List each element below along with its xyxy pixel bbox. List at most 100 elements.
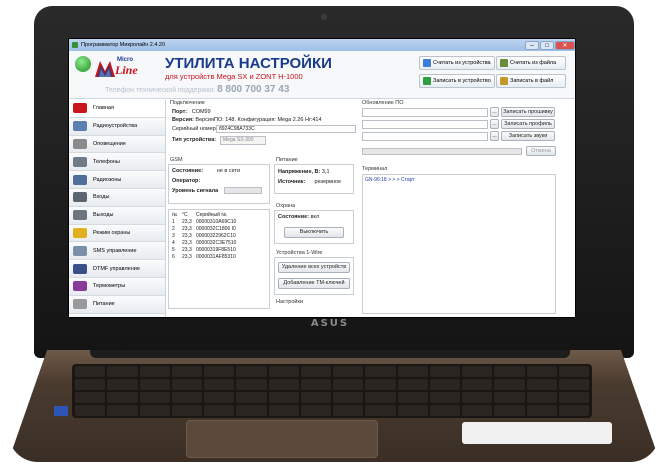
- header-button-3[interactable]: Записать в файл: [496, 74, 566, 88]
- intel-sticker: [54, 406, 68, 416]
- sidebar-item-12[interactable]: Баланс: [69, 313, 165, 317]
- keyboard-key: [75, 366, 106, 377]
- table-cell: 4: [172, 240, 175, 246]
- device-type-label: Тип устройства:: [172, 137, 217, 143]
- keyboard-key: [462, 366, 493, 377]
- table-cell: 00000319F8E510: [196, 247, 236, 253]
- keyboard-key: [268, 366, 299, 377]
- profile-browse-button[interactable]: ...: [490, 119, 499, 129]
- header-actions: Считать из устройства Считать из файла Зап…: [419, 56, 575, 92]
- group-firmware: Обновление ПО: [362, 100, 404, 106]
- sidebar-item-0[interactable]: Главная: [69, 100, 165, 118]
- sidebar-item-5[interactable]: Входы: [69, 188, 165, 207]
- keyboard-key: [462, 405, 493, 416]
- profile-path-field[interactable]: [362, 120, 488, 129]
- write-firmware-button[interactable]: Записать прошивку: [501, 107, 555, 117]
- laptop-brand-logo: ASUS: [310, 318, 350, 329]
- guard-off-button[interactable]: Выключить: [284, 227, 344, 238]
- keyboard-key: [236, 379, 267, 390]
- table-cell: 0000032C1806 I0: [196, 226, 236, 232]
- keyboard-key: [494, 366, 525, 377]
- keyboard-key: [204, 379, 235, 390]
- table-row: 2 23,3 0000032C1806 I0: [172, 226, 246, 233]
- sidebar-item-icon: [73, 121, 87, 132]
- sidebar-item-2[interactable]: Оповещение: [69, 135, 165, 154]
- table-row: 5 23,3 00000319F8E510: [172, 247, 246, 254]
- voltage-row: Напряжение, В: 3,1: [278, 169, 330, 175]
- sidebar-item-4[interactable]: Радиозоны: [69, 171, 165, 189]
- serial-field[interactable]: 8924C98A733C: [216, 125, 356, 133]
- keyboard-key: [75, 392, 106, 403]
- write-profile-button[interactable]: Записать профиль: [501, 119, 555, 129]
- serial-label: Серийный номер:: [172, 126, 218, 132]
- sidebar-item-6[interactable]: Выходы: [69, 206, 165, 225]
- keyboard-row: [75, 379, 589, 390]
- keyboard-key: [300, 366, 331, 377]
- sidebar-item-label: Выходы: [93, 212, 114, 219]
- header-button-0[interactable]: Считать из устройства: [419, 56, 495, 70]
- sidebar-item-10[interactable]: Термометры: [69, 277, 165, 296]
- keyboard-key: [171, 366, 202, 377]
- header-button-2[interactable]: Записать в устройство: [419, 74, 495, 88]
- group-terminal: Терминал: [362, 166, 388, 172]
- keyboard-key: [526, 379, 557, 390]
- delete-all-devices-button[interactable]: Удаление всех устройств: [278, 262, 350, 273]
- sound-browse-button[interactable]: ...: [490, 131, 499, 141]
- sidebar-item-3[interactable]: Телефоны: [69, 153, 165, 172]
- window-title: Программатор Микролайн 2.4.20: [81, 42, 166, 48]
- keyboard-key: [300, 392, 331, 403]
- sidebar-item-1[interactable]: Радиоустройства: [69, 117, 165, 136]
- keyboard-key: [365, 366, 396, 377]
- app-header: Micro Line УТИЛИТА НАСТРОЙКИ для устройс…: [69, 51, 575, 99]
- header-button-label: Записать в устройство: [433, 78, 491, 84]
- app-icon: [72, 42, 78, 48]
- close-button[interactable]: ✕: [555, 40, 575, 50]
- table-cell: 0000031AF85310: [196, 254, 236, 260]
- sidebar-item-icon: [73, 281, 87, 292]
- sidebar-item-icon: [73, 156, 87, 167]
- sidebar-item-label: SMS управление: [93, 247, 137, 254]
- guard-state-row: Состояние: вкл: [278, 214, 320, 220]
- header-button-1[interactable]: Считать из файла: [496, 56, 566, 70]
- gsm-operator-label: Оператор:: [172, 178, 201, 184]
- keyboard-key: [300, 379, 331, 390]
- sound-path-field[interactable]: [362, 132, 488, 141]
- keyboard-key: [204, 405, 235, 416]
- sidebar-item-icon: [73, 316, 87, 317]
- sidebar-item-8[interactable]: SMS управление: [69, 242, 165, 261]
- table-row: 4 23,3 0000032C3E7510: [172, 240, 246, 247]
- device-type-select[interactable]: Mega SX-300: [220, 136, 266, 145]
- gsm-signal-label: Уровень сигнала: [172, 188, 219, 194]
- cancel-button[interactable]: Отмена: [526, 146, 556, 156]
- firmware-browse-button[interactable]: ...: [490, 107, 499, 117]
- keyboard-key: [236, 392, 267, 403]
- table-cell: 23,3: [182, 247, 192, 253]
- sidebar-item-label: Телефоны: [93, 158, 120, 165]
- table-cell: 3: [172, 233, 175, 239]
- sidebar-item-11[interactable]: Питание: [69, 295, 165, 314]
- app-window: Программатор Микролайн 2.4.20 – □ ✕ Micr…: [68, 38, 576, 318]
- header-button-icon: [423, 59, 431, 67]
- photo-scene: Программатор Микролайн 2.4.20 – □ ✕ Micr…: [0, 0, 665, 468]
- keyboard-key: [526, 366, 557, 377]
- table-cell: 23,3: [182, 226, 192, 232]
- keyboard-key: [558, 405, 589, 416]
- firmware-path-field[interactable]: [362, 108, 488, 117]
- table-cell: 23,3: [182, 219, 192, 225]
- table-row: № °C Серийный №: [172, 212, 246, 219]
- minimize-button[interactable]: –: [525, 40, 539, 50]
- sidebar-item-9[interactable]: DTMF управление: [69, 260, 165, 278]
- write-sound-button[interactable]: Записать звуки: [501, 131, 555, 141]
- laptop-keyboard: [72, 364, 592, 418]
- table-row: 3 23,3 00000322962C10: [172, 233, 246, 240]
- add-tm-keys-button[interactable]: Добавление ТМ-ключей: [278, 278, 350, 289]
- header-button-icon: [500, 59, 508, 67]
- keyboard-key: [397, 379, 428, 390]
- sidebar-item-7[interactable]: Режим охраны: [69, 224, 165, 243]
- app-title: УТИЛИТА НАСТРОЙКИ: [165, 55, 332, 72]
- status-indicator-icon: [75, 56, 91, 72]
- keyboard-key: [75, 405, 106, 416]
- table-cell: 2: [172, 226, 175, 232]
- touchpad: [186, 420, 378, 458]
- maximize-button[interactable]: □: [540, 40, 554, 50]
